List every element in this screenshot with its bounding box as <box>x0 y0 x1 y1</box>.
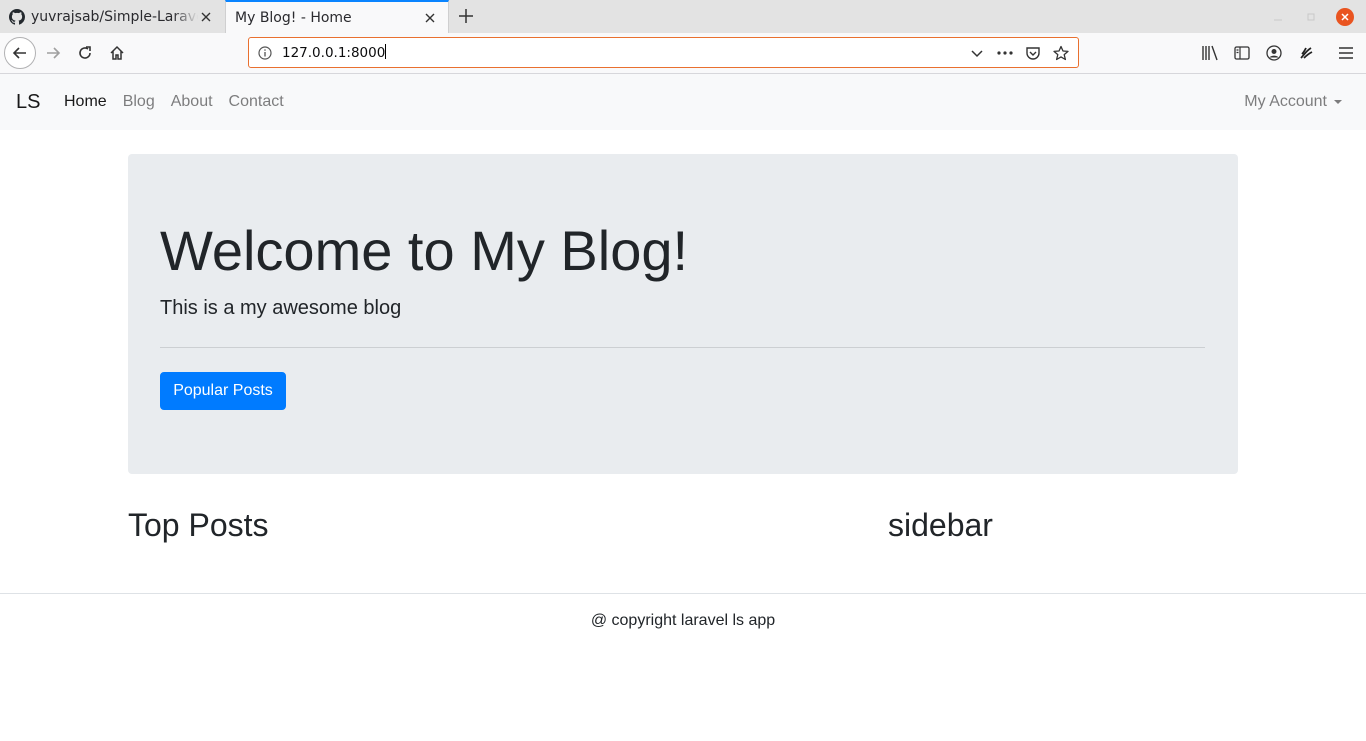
site-navbar: LS Home Blog About Contact My Account <box>0 74 1366 130</box>
top-posts-heading: Top Posts <box>128 507 269 543</box>
home-icon <box>110 45 124 60</box>
browser-tab-bar: yuvrajsab/Simple-Laravel-Blog My Blog! -… <box>0 0 1366 33</box>
tab-title: My Blog! - Home <box>235 9 352 26</box>
back-button[interactable] <box>4 37 36 69</box>
caret-down-icon <box>1334 100 1342 104</box>
extension-icon[interactable] <box>1295 42 1317 64</box>
my-account-label: My Account <box>1244 93 1327 110</box>
footer-copyright: @ copyright laravel ls app <box>590 612 776 629</box>
more-actions-icon[interactable] <box>994 42 1016 64</box>
footer-divider <box>0 593 1366 594</box>
my-account-dropdown[interactable]: My Account <box>1244 92 1342 112</box>
arrow-right-icon <box>47 47 61 59</box>
browser-toolbar: 127.0.0.1:8000 <box>0 33 1366 74</box>
nav-link-contact[interactable]: Contact <box>229 92 284 112</box>
tab-title: yuvrajsab/Simple-Laravel-Blog <box>31 8 198 25</box>
nav-link-home[interactable]: Home <box>64 92 107 112</box>
maximize-window-button[interactable] <box>1302 8 1320 26</box>
reload-button[interactable] <box>69 37 101 69</box>
github-icon <box>9 8 25 25</box>
jumbotron: Welcome to My Blog! This is a my awesome… <box>128 154 1238 474</box>
jumbotron-title: Welcome to My Blog! <box>160 219 689 282</box>
reload-icon <box>79 46 91 59</box>
close-tab-icon[interactable] <box>422 10 438 26</box>
hamburger-menu-icon[interactable] <box>1335 42 1357 64</box>
minimize-window-button[interactable] <box>1269 8 1287 26</box>
new-tab-button[interactable] <box>454 4 478 28</box>
url-text[interactable]: 127.0.0.1:8000 <box>282 44 966 61</box>
info-icon[interactable] <box>257 45 273 61</box>
arrow-left-icon <box>12 47 26 59</box>
address-bar[interactable]: 127.0.0.1:8000 <box>248 37 1079 68</box>
close-tab-icon[interactable] <box>198 9 214 25</box>
site-nav-links: Home Blog About Contact <box>64 92 300 112</box>
popular-posts-button[interactable]: Popular Posts <box>160 372 286 410</box>
library-icon[interactable] <box>1199 42 1221 64</box>
forward-button[interactable] <box>37 37 69 69</box>
account-icon[interactable] <box>1263 42 1285 64</box>
chevron-down-icon[interactable] <box>966 42 988 64</box>
browser-tab-home[interactable]: My Blog! - Home <box>225 0 449 33</box>
close-window-button[interactable] <box>1336 8 1354 26</box>
site-brand[interactable]: LS <box>16 90 40 114</box>
jumbotron-lead: This is a my awesome blog <box>160 297 402 319</box>
sidebar-heading: sidebar <box>888 507 993 543</box>
nav-link-about[interactable]: About <box>171 92 213 112</box>
nav-link-blog[interactable]: Blog <box>123 92 155 112</box>
divider <box>160 347 1205 348</box>
browser-tab-github[interactable]: yuvrajsab/Simple-Laravel-Blog <box>0 0 224 33</box>
home-button[interactable] <box>101 37 133 69</box>
bookmark-star-icon[interactable] <box>1050 42 1072 64</box>
pocket-icon[interactable] <box>1022 42 1044 64</box>
sidebar-toggle-icon[interactable] <box>1231 42 1253 64</box>
